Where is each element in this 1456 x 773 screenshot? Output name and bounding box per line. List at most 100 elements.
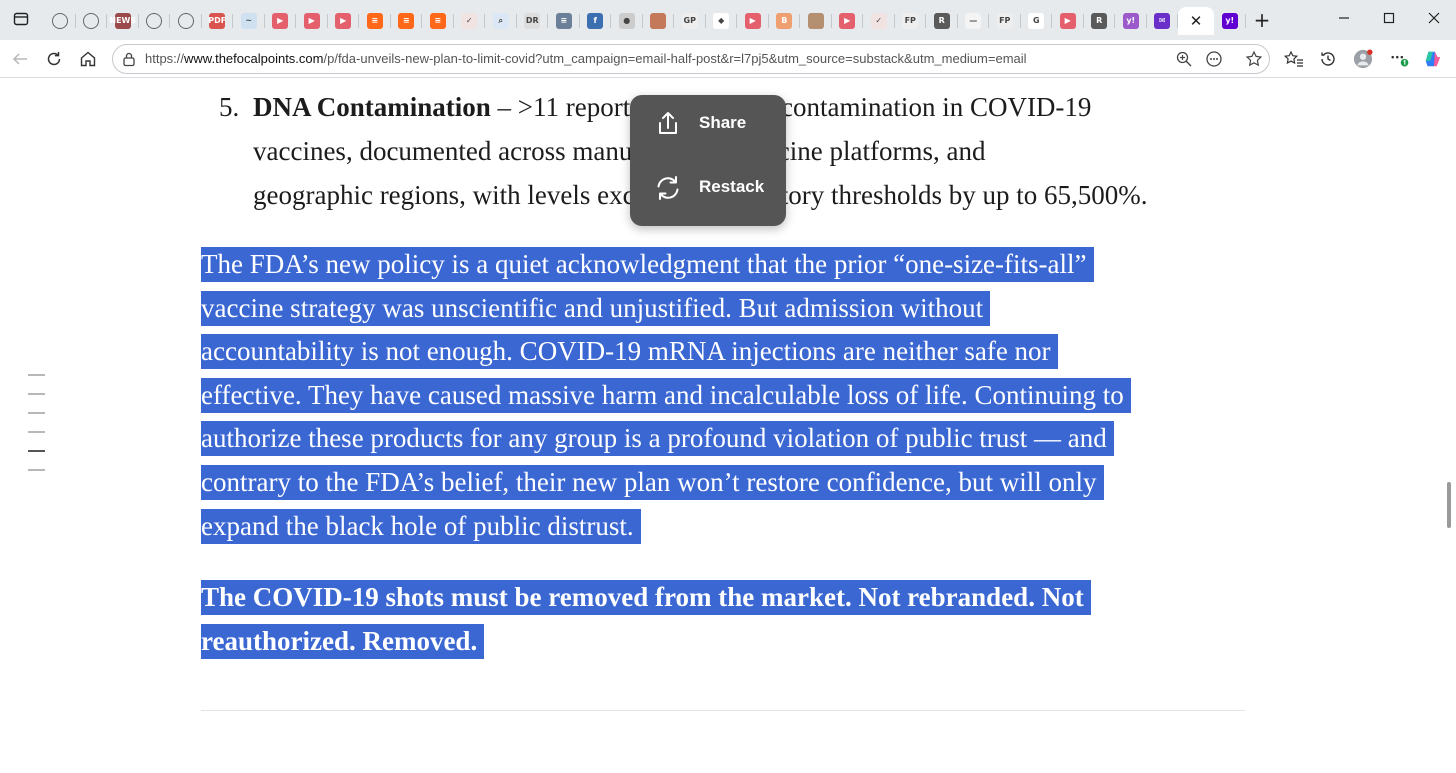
toc-marker-current[interactable] bbox=[28, 450, 45, 452]
browser-tab[interactable]: ▶ bbox=[1052, 7, 1084, 35]
youtube-icon: ▶ bbox=[839, 13, 856, 29]
browser-tab[interactable]: y! bbox=[1115, 7, 1147, 35]
browser-tab[interactable]: GP bbox=[674, 7, 706, 35]
fp-icon: FP bbox=[996, 13, 1013, 29]
browser-tab[interactable]: ▶ bbox=[737, 7, 769, 35]
favorite-star-icon[interactable] bbox=[1245, 50, 1263, 72]
browser-toolbar: https://www.thefocalpoints.com/p/fda-unv… bbox=[0, 40, 1456, 78]
youtube-icon: ▶ bbox=[303, 13, 320, 29]
selected-text-line: accountability is not enough. COVID-19 m… bbox=[201, 334, 1058, 370]
browser-tab[interactable] bbox=[44, 7, 76, 35]
back-button[interactable] bbox=[10, 49, 30, 69]
browser-tab[interactable]: ◆ bbox=[706, 7, 738, 35]
profile-avatar[interactable] bbox=[1353, 49, 1373, 69]
maximize-button[interactable] bbox=[1380, 11, 1398, 29]
url-host: www.thefocalpoints.com bbox=[184, 51, 324, 66]
browser-tab[interactable]: ▶ bbox=[832, 7, 864, 35]
share-button[interactable]: Share bbox=[630, 98, 786, 148]
browser-tab[interactable]: y! bbox=[1214, 7, 1246, 35]
settings-and-more-icon[interactable] bbox=[1390, 49, 1410, 69]
toc-marker[interactable] bbox=[28, 469, 45, 471]
browser-tab[interactable]: NEWS bbox=[107, 7, 139, 35]
browser-tab[interactable]: ● bbox=[611, 7, 643, 35]
browser-tab[interactable]: ▶ bbox=[265, 7, 297, 35]
browser-tab[interactable]: B bbox=[769, 7, 801, 35]
toc-marker[interactable] bbox=[28, 374, 45, 376]
browser-tab[interactable]: ≡ bbox=[391, 7, 423, 35]
photo-icon bbox=[807, 13, 824, 29]
share-label: Share bbox=[699, 113, 747, 132]
toc-marker[interactable] bbox=[28, 393, 45, 395]
url-text: https://www.thefocalpoints.com/p/fda-unv… bbox=[145, 51, 1027, 66]
browser-tab[interactable]: ✓ bbox=[454, 7, 486, 35]
browser-tab[interactable] bbox=[76, 7, 108, 35]
browser-tab[interactable]: FP bbox=[989, 7, 1021, 35]
browser-tab[interactable]: — bbox=[958, 7, 990, 35]
address-bar[interactable]: https://www.thefocalpoints.com/p/fda-unv… bbox=[112, 44, 1270, 74]
browser-tab[interactable]: DR bbox=[517, 7, 549, 35]
close-icon[interactable]: ✕ bbox=[1190, 12, 1203, 30]
selected-text-line: authorize these products for any group i… bbox=[201, 421, 1114, 457]
history-icon[interactable] bbox=[1318, 49, 1338, 69]
favorites-icon[interactable] bbox=[1284, 49, 1304, 69]
bird-icon: ✓ bbox=[870, 13, 887, 29]
selected-text-line: effective. They have caused massive harm… bbox=[201, 377, 1131, 413]
browser-tab[interactable] bbox=[643, 7, 675, 35]
browser-tab[interactable]: ▶ bbox=[296, 7, 328, 35]
browser-tab[interactable]: ≡ bbox=[422, 7, 454, 35]
browser-tab[interactable] bbox=[139, 7, 171, 35]
browser-tab[interactable] bbox=[800, 7, 832, 35]
browser-tab[interactable]: ~ bbox=[233, 7, 265, 35]
share-popup: Share Restack bbox=[630, 95, 786, 226]
mail-icon: ✉ bbox=[1154, 13, 1171, 29]
youtube-icon: ▶ bbox=[744, 13, 761, 29]
browser-tab[interactable]: ≡ bbox=[359, 7, 391, 35]
close-window-button[interactable] bbox=[1425, 11, 1443, 29]
orange-box-icon: B bbox=[776, 13, 793, 29]
url-path: /p/fda-unveils-new-plan-to-limit-covid?u… bbox=[323, 51, 1027, 66]
browser-tab[interactable]: PDF bbox=[202, 7, 234, 35]
home-button[interactable] bbox=[78, 49, 98, 69]
selected-text-line: reauthorized. Removed. bbox=[201, 623, 485, 659]
r-icon: R bbox=[933, 13, 950, 29]
news-icon: NEWS bbox=[109, 13, 136, 29]
yahoo-icon: y! bbox=[1221, 13, 1238, 29]
browser-tab[interactable]: ✓ bbox=[863, 7, 895, 35]
new-tab-button[interactable]: + bbox=[1253, 10, 1271, 30]
zoom-icon[interactable] bbox=[1175, 50, 1193, 72]
copilot-icon[interactable] bbox=[1423, 49, 1443, 69]
browser-tab[interactable]: G bbox=[1021, 7, 1053, 35]
browser-tab[interactable]: f bbox=[580, 7, 612, 35]
more-tools-icon[interactable] bbox=[1205, 50, 1223, 72]
scrollbar-thumb[interactable] bbox=[1447, 482, 1451, 528]
divider bbox=[201, 710, 1245, 711]
restack-button[interactable]: Restack bbox=[630, 162, 786, 212]
toc-marker[interactable] bbox=[28, 412, 45, 414]
browser-tab[interactable]: ≡ bbox=[548, 7, 580, 35]
table-of-contents-rail[interactable] bbox=[28, 374, 45, 488]
google-icon: G bbox=[1028, 13, 1045, 29]
selected-text-line: contrary to the FDA’s belief, their new … bbox=[201, 464, 1104, 500]
browser-tab[interactable] bbox=[170, 7, 202, 35]
yahoo-icon: y! bbox=[1122, 13, 1139, 29]
browser-tab[interactable]: FP bbox=[895, 7, 927, 35]
browser-tab[interactable]: R bbox=[1084, 7, 1116, 35]
active-tab[interactable]: ✕ bbox=[1178, 7, 1214, 35]
lock-icon[interactable] bbox=[122, 51, 136, 71]
browser-tab[interactable]: R bbox=[926, 7, 958, 35]
selected-paragraph[interactable]: The FDA’s new policy is a quiet acknowle… bbox=[201, 243, 1251, 548]
diamond-icon: ◆ bbox=[713, 13, 730, 29]
youtube-icon: ▶ bbox=[335, 13, 352, 29]
url-prefix: https:// bbox=[145, 51, 185, 66]
article-page: 5. DNA Contamination – >11 reports found… bbox=[0, 78, 1456, 773]
browser-tab[interactable]: ⌕ bbox=[485, 7, 517, 35]
heartbeat-icon: ~ bbox=[240, 13, 257, 29]
browser-tab[interactable]: ▶ bbox=[328, 7, 360, 35]
refresh-button[interactable] bbox=[44, 49, 64, 69]
browser-tab[interactable]: ✉ bbox=[1147, 7, 1179, 35]
minimize-button[interactable] bbox=[1335, 11, 1353, 29]
tab-actions-icon[interactable] bbox=[12, 11, 30, 29]
toc-marker[interactable] bbox=[28, 431, 45, 433]
list-item-title: DNA Contamination bbox=[253, 92, 491, 122]
selected-conclusion-paragraph[interactable]: The COVID-19 shots must be removed from … bbox=[201, 576, 1251, 663]
